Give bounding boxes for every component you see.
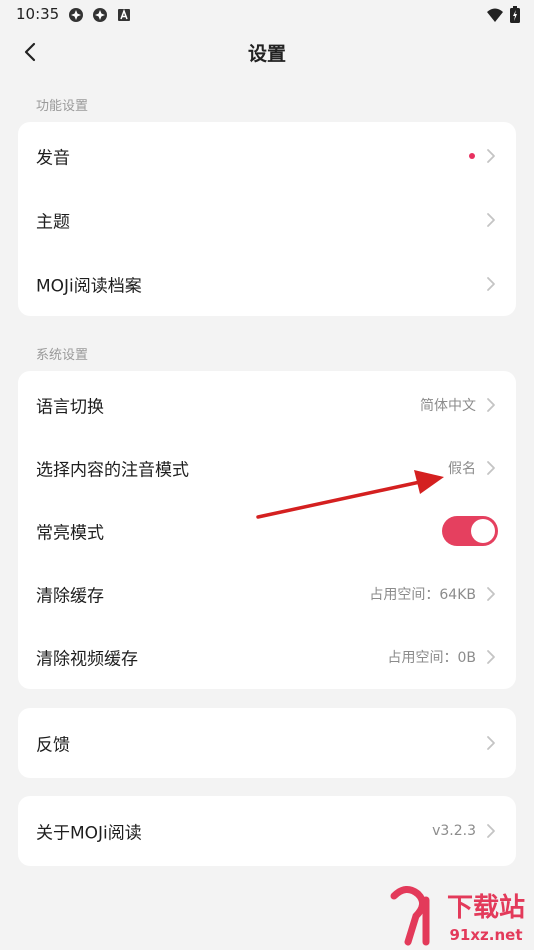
settings-row-ruby-mode[interactable]: 选择内容的注音模式 假名	[18, 436, 516, 500]
font-notification-icon	[118, 8, 130, 21]
settings-row-theme[interactable]: 主题	[18, 188, 516, 252]
row-label: 关于MOJi阅读	[36, 823, 142, 844]
settings-row-pronunciation[interactable]: 发音	[18, 124, 516, 188]
chevron-right-icon	[487, 398, 495, 412]
settings-row-feedback[interactable]: 反馈	[18, 711, 516, 775]
row-label: 常亮模式	[36, 523, 104, 544]
row-label: 语言切换	[36, 397, 104, 418]
system-settings-card: 语言切换 简体中文 选择内容的注音模式 假名 常亮模式 清除缓存 占用空间：64…	[18, 371, 516, 689]
status-time: 10:35	[16, 5, 60, 23]
row-value: 占用空间：64KB	[369, 587, 476, 603]
section-label-system: 系统设置	[36, 348, 89, 363]
row-label: 主题	[36, 212, 70, 233]
function-settings-card: 发音 主题 MOJi阅读档案	[18, 122, 516, 316]
settings-row-keep-screen-on: 常亮模式	[18, 499, 516, 563]
app-notification-icon	[69, 8, 83, 22]
chevron-right-icon	[487, 736, 495, 750]
chevron-right-icon	[487, 213, 495, 227]
chevron-right-icon	[487, 824, 495, 838]
chevron-right-icon	[487, 650, 495, 664]
row-label: 选择内容的注音模式	[36, 460, 189, 481]
app-notification-icon	[93, 8, 107, 22]
system-status-icons	[486, 6, 520, 23]
feedback-card: 反馈	[18, 708, 516, 778]
section-label-function: 功能设置	[36, 99, 89, 114]
keep-screen-on-toggle[interactable]	[442, 516, 498, 546]
row-value: 简体中文	[420, 398, 476, 414]
row-label: MOJi阅读档案	[36, 276, 142, 297]
row-value: v3.2.3	[432, 823, 476, 839]
about-card: 关于MOJi阅读 v3.2.3	[18, 796, 516, 866]
status-bar: 10:35	[0, 0, 534, 30]
watermark-brand: 下载站	[447, 893, 525, 923]
row-label: 清除视频缓存	[36, 649, 138, 670]
settings-row-clear-video-cache[interactable]: 清除视频缓存 占用空间：0B	[18, 625, 516, 689]
wifi-icon	[487, 8, 503, 22]
row-label: 清除缓存	[36, 586, 104, 607]
settings-row-language[interactable]: 语言切换 简体中文	[18, 373, 516, 437]
page-title: 设置	[247, 43, 286, 65]
row-label: 反馈	[36, 735, 70, 756]
row-value: 假名	[448, 461, 476, 477]
chevron-right-icon	[487, 149, 495, 163]
watermark-logo-icon	[390, 886, 430, 946]
chevron-right-icon	[487, 277, 495, 291]
watermark-domain: 91xz.net	[449, 926, 522, 944]
settings-row-clear-cache[interactable]: 清除缓存 占用空间：64KB	[18, 562, 516, 626]
row-label: 发音	[36, 148, 70, 169]
watermark: 下载站 91xz.net	[390, 886, 525, 946]
battery-icon	[510, 6, 520, 23]
notification-icons	[68, 7, 132, 23]
unread-dot	[469, 153, 475, 159]
chevron-right-icon	[487, 461, 495, 475]
row-value: 占用空间：0B	[387, 650, 476, 666]
chevron-right-icon	[487, 587, 495, 601]
nav-bar: 设置	[0, 30, 534, 74]
toggle-knob	[471, 519, 495, 543]
settings-row-reading-profile[interactable]: MOJi阅读档案	[18, 252, 516, 316]
settings-row-about[interactable]: 关于MOJi阅读 v3.2.3	[18, 799, 516, 863]
